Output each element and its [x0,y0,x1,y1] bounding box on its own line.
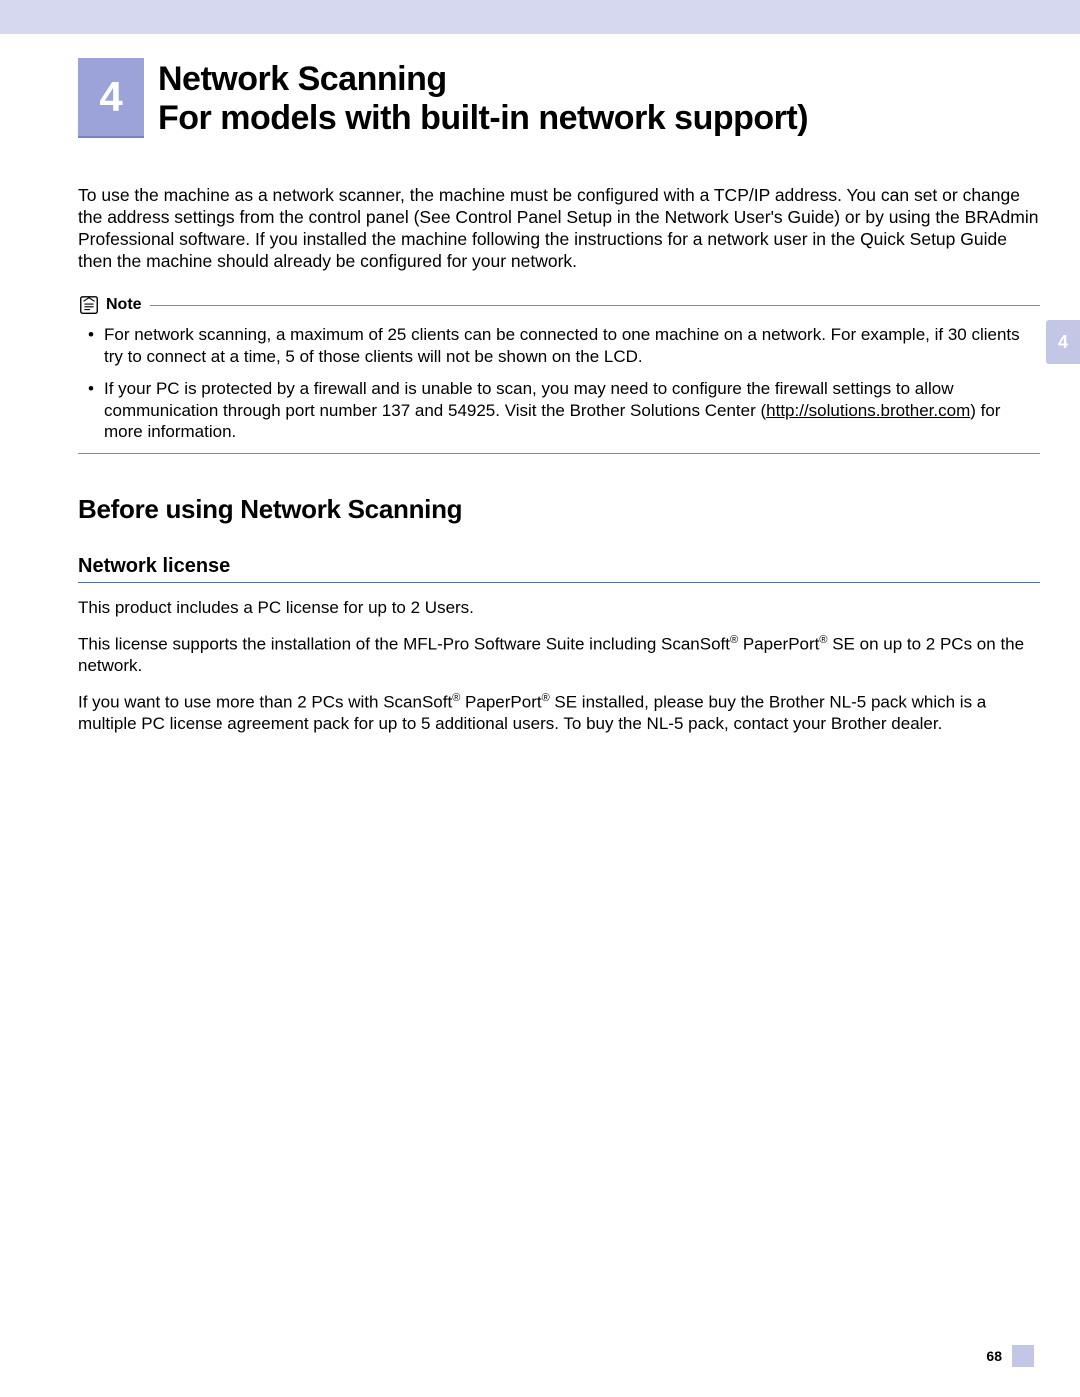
registered-mark: ® [730,634,738,646]
registered-mark: ® [819,634,827,646]
page-content: 4 Network Scanning For models with built… [0,0,1080,735]
text-fragment: This license supports the installation o… [78,635,730,654]
section-heading: Before using Network Scanning [78,494,1040,525]
chapter-title: Network Scanning For models with built-i… [158,58,1040,138]
registered-mark: ® [542,692,550,704]
note-block: Note For network scanning, a maximum of … [78,294,1040,454]
note-rule-top [150,305,1040,306]
note-header: Note [78,294,1040,316]
note-item-text: For network scanning, a maximum of 25 cl… [104,325,1020,366]
footer-decorative-box [1012,1345,1034,1367]
text-fragment: PaperPort [738,635,819,654]
note-list: For network scanning, a maximum of 25 cl… [78,324,1040,443]
intro-paragraph: To use the machine as a network scanner,… [78,184,1040,272]
paragraph: This product includes a PC license for u… [78,597,1040,619]
chapter-title-line1: Network Scanning [158,60,447,98]
note-link[interactable]: http://solutions.brother.com [766,401,970,420]
chapter-number: 4 [99,73,122,121]
paragraph: If you want to use more than 2 PCs with … [78,691,1040,735]
paragraph: This license supports the installation o… [78,633,1040,677]
chapter-title-line2: For models with built-in network support… [158,99,1040,138]
note-item: If your PC is protected by a firewall an… [102,378,1040,443]
text-fragment: If you want to use more than 2 PCs with … [78,693,452,712]
subsection-heading: Network license [78,555,1040,578]
note-item: For network scanning, a maximum of 25 cl… [102,324,1040,368]
chapter-header: 4 Network Scanning For models with built… [78,58,1040,138]
page-footer: 68 [986,1345,1034,1367]
subsection-rule [78,582,1040,583]
note-rule-bottom [78,453,1040,454]
text-fragment: PaperPort [460,693,541,712]
side-tab-number: 4 [1058,332,1068,353]
page-number: 68 [986,1348,1002,1364]
side-tab[interactable]: 4 [1046,320,1080,364]
chapter-number-box: 4 [78,58,144,138]
note-label: Note [106,296,142,314]
note-icon [78,294,100,316]
